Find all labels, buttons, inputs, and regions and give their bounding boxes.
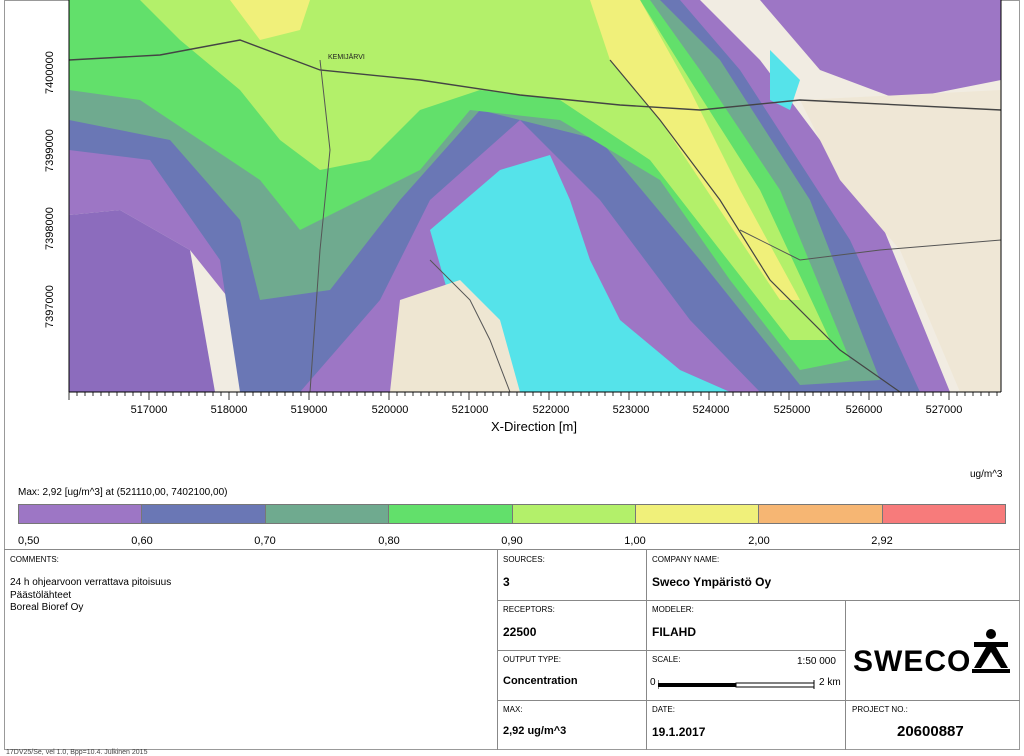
x-tick-label: 527000 [925, 404, 963, 416]
title-block-row-line [497, 700, 1020, 701]
y-tick-label: 7400000 [44, 51, 56, 94]
output-type-label: OUTPUT TYPE: [503, 655, 561, 664]
legend-tick: 2,92 [871, 535, 893, 547]
sweco-logo-icon [972, 629, 1010, 673]
legend-tick: 0,90 [501, 535, 523, 547]
sources-value: 3 [503, 575, 510, 589]
receptors-label: RECEPTORS: [503, 605, 555, 614]
scalebar-end: 2 km [819, 677, 841, 688]
x-tick-label: 520000 [371, 404, 409, 416]
scale-bar [658, 680, 815, 689]
legend-tick: 2,00 [748, 535, 770, 547]
legend-color-segment [759, 505, 883, 523]
legend-unit: ug/m^3 [970, 469, 1003, 480]
project-value: 20600887 [897, 723, 964, 740]
legend-color-segment [142, 505, 266, 523]
max-value: 2,92 ug/m^3 [503, 725, 567, 737]
sources-label: SOURCES: [503, 555, 545, 564]
legend-color-segment [19, 505, 143, 523]
x-tick-label: 526000 [845, 404, 883, 416]
y-tick-label: 7398000 [44, 207, 56, 250]
x-tick-label: 521000 [451, 404, 489, 416]
x-tick-label: 525000 [773, 404, 811, 416]
legend-tick: 1,00 [624, 535, 646, 547]
x-tick-label: 523000 [612, 404, 650, 416]
legend-color-segment [389, 505, 513, 523]
modeler-label: MODELER: [652, 605, 694, 614]
legend-tick: 0,50 [18, 535, 40, 547]
company-value: Sweco Ympäristö Oy [652, 575, 772, 589]
scale-value: 1:50 000 [797, 656, 836, 667]
x-axis-ticks [68, 392, 998, 400]
max-concentration-text: Max: 2,92 [ug/m^3] at (521110,00, 740210… [18, 487, 228, 498]
dispersion-map [68, 0, 1002, 400]
output-type-value: Concentration [503, 675, 578, 687]
max-label: MAX: [503, 705, 523, 714]
x-tick-label: 524000 [692, 404, 730, 416]
sweco-logo: SWECO [853, 645, 972, 678]
x-tick-label: 517000 [130, 404, 168, 416]
x-tick-label: 518000 [210, 404, 248, 416]
legend-color-segment [265, 505, 390, 523]
project-label: PROJECT NO.: [852, 705, 908, 714]
legend-color-segment [882, 505, 1005, 523]
scale-label: SCALE: [652, 655, 681, 664]
y-tick-label: 7399000 [44, 129, 56, 172]
title-block-divider [845, 600, 846, 750]
x-tick-label: 522000 [532, 404, 570, 416]
comment-line: Päästölähteet [10, 590, 72, 601]
x-tick-label: 519000 [290, 404, 328, 416]
color-scale-bar [18, 504, 1006, 524]
title-block-row-line [497, 650, 845, 651]
x-axis-title: X-Direction [m] [491, 419, 577, 434]
title-block-top-line [4, 549, 1020, 550]
modeler-value: FILAHD [652, 625, 696, 639]
legend-tick: 0,60 [131, 535, 153, 547]
legend-color-segment [512, 505, 636, 523]
y-tick-label: 7397000 [44, 285, 56, 328]
comment-line: Boreal Bioref Oy [10, 602, 84, 613]
legend-color-segment [635, 505, 760, 523]
place-label: KEMIJÄRVI [328, 54, 365, 61]
date-label: DATE: [652, 705, 675, 714]
legend-tick: 0,70 [254, 535, 276, 547]
comment-line: 24 h ohjearvoon verrattava pitoisuus [10, 577, 172, 588]
company-label: COMPANY NAME: [652, 555, 720, 564]
title-block-row-line [497, 600, 1020, 601]
comments-label: COMMENTS: [10, 555, 59, 564]
scalebar-start: 0 [650, 677, 656, 688]
footer-text: 17DV25/Se, vel 1.0, Bpp=10.4. Julkinen 2… [6, 749, 148, 756]
legend-tick: 0,80 [378, 535, 400, 547]
date-value: 19.1.2017 [652, 725, 706, 739]
receptors-value: 22500 [503, 625, 537, 639]
